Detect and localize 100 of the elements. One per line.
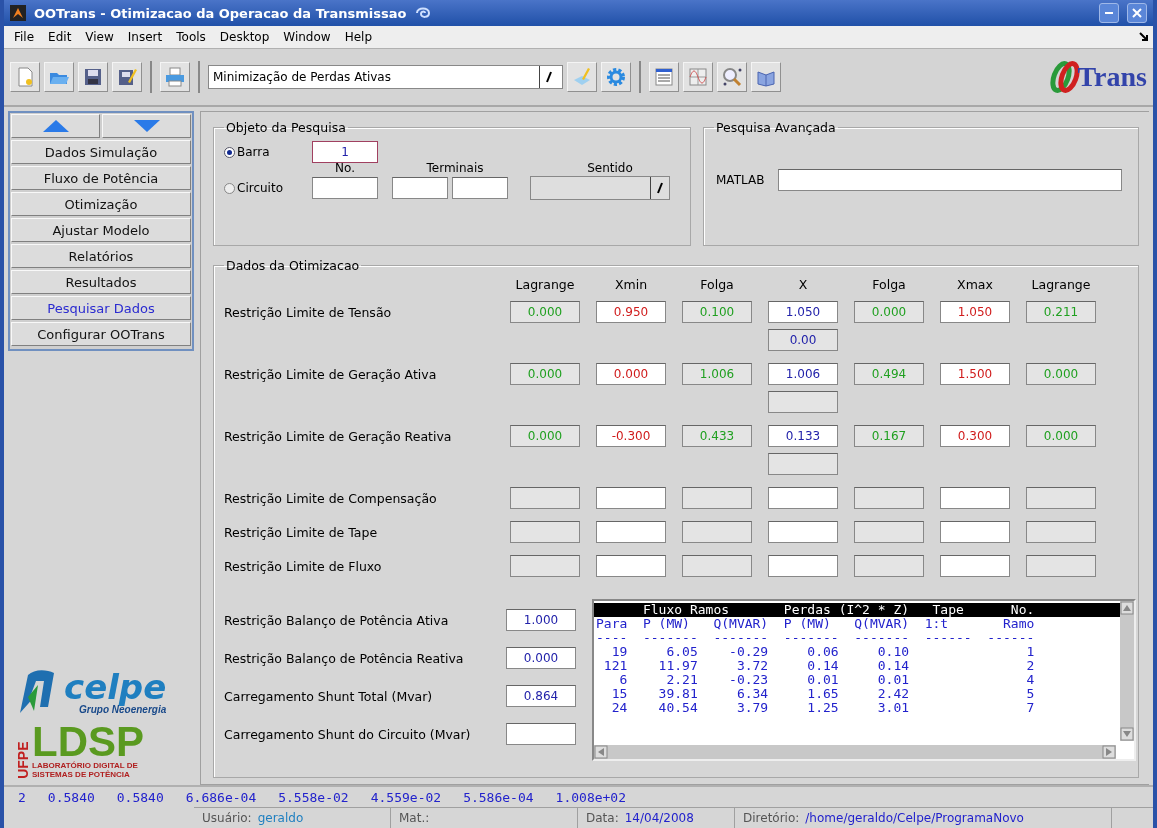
- terminal-field[interactable]: [392, 177, 448, 199]
- toolbar-button[interactable]: [78, 62, 108, 92]
- value-field[interactable]: [510, 487, 580, 509]
- value-field[interactable]: -0.300: [596, 425, 666, 447]
- menu-item[interactable]: Tools: [170, 28, 212, 46]
- group-title: Pesquisa Avançada: [715, 120, 837, 135]
- value-field[interactable]: 1.050: [940, 301, 1010, 323]
- column-header: Lagrange: [514, 276, 576, 292]
- menu-item[interactable]: Window: [277, 28, 337, 46]
- value-field[interactable]: 0.00: [768, 329, 838, 351]
- value-field[interactable]: [1026, 521, 1096, 543]
- row-label: Carregamento Shunt Total (Mvar): [224, 688, 434, 704]
- value-field[interactable]: [854, 555, 924, 577]
- row-label: Restrição Limite de Fluxo: [224, 558, 383, 574]
- status-value: 0.5840: [116, 789, 164, 805]
- sidebar-item[interactable]: Ajustar Modelo: [11, 218, 191, 242]
- menu-item[interactable]: Edit: [42, 28, 78, 46]
- sidebar-item[interactable]: Pesquisar Dados: [11, 296, 191, 320]
- value-field[interactable]: 0.950: [596, 301, 666, 323]
- column-header: Folga: [699, 276, 735, 292]
- row-label: Restrição Limite de Geração Reativa: [224, 428, 453, 444]
- sidebar-item[interactable]: Fluxo de Potência: [11, 166, 191, 190]
- field-label: Mat.:: [399, 811, 430, 825]
- list-line[interactable]: 15 39.81 6.34 1.65 2.42 5: [594, 687, 1120, 701]
- sidebar-item[interactable]: Configurar OOTrans: [11, 322, 191, 346]
- close-button[interactable]: [1127, 3, 1147, 23]
- logo-text: Trans: [1077, 61, 1147, 93]
- value-field[interactable]: [940, 555, 1010, 577]
- minimize-icon: [1105, 12, 1113, 14]
- toolbar-button[interactable]: [649, 62, 679, 92]
- list-line[interactable]: 121 11.97 3.72 0.14 0.14 2: [594, 659, 1120, 673]
- value-field[interactable]: 1.050: [768, 301, 838, 323]
- menu-item[interactable]: File: [8, 28, 41, 46]
- value-field[interactable]: [596, 487, 666, 509]
- column-header: X: [797, 276, 809, 292]
- column-header: Sentido: [586, 161, 634, 175]
- radio-button[interactable]: Barra: [224, 145, 302, 159]
- sidebar-item[interactable]: Resultados: [11, 270, 191, 294]
- value-field[interactable]: [596, 555, 666, 577]
- circuit-number-field[interactable]: [312, 177, 378, 199]
- scroll-down-button[interactable]: [102, 114, 191, 138]
- value-field[interactable]: [682, 521, 752, 543]
- value-field[interactable]: 1.006: [768, 363, 838, 385]
- menu-item[interactable]: Insert: [121, 28, 169, 46]
- value-field[interactable]: [596, 521, 666, 543]
- value-field[interactable]: 1.000: [506, 609, 576, 631]
- minimize-button[interactable]: [1099, 3, 1119, 23]
- status-value: 0.5840: [47, 789, 95, 805]
- sidebar-item[interactable]: Otimização: [11, 192, 191, 216]
- menu-item[interactable]: Help: [338, 28, 378, 46]
- menu-item[interactable]: Desktop: [213, 28, 276, 46]
- value-field[interactable]: [1026, 487, 1096, 509]
- value-field[interactable]: 1.500: [940, 363, 1010, 385]
- list-line[interactable]: 6 2.21 -0.23 0.01 0.01 4: [594, 673, 1120, 687]
- toolbar-button[interactable]: [112, 62, 142, 92]
- value-field[interactable]: [854, 521, 924, 543]
- problem-dropdown[interactable]: Minimização de Perdas Ativas: [208, 65, 563, 89]
- results-listbox[interactable]: [592, 599, 1136, 761]
- scroll-up-button[interactable]: [11, 114, 100, 138]
- gear-icon: [605, 66, 627, 88]
- sidebar-item[interactable]: Relatórios: [11, 244, 191, 268]
- value-field[interactable]: 0.133: [768, 425, 838, 447]
- terminal-field[interactable]: [452, 177, 508, 199]
- list-line[interactable]: ---- ------- ------- ------- ------- ------ ------: [594, 631, 1120, 645]
- dock-arrow-icon[interactable]: [1139, 32, 1149, 42]
- value-field[interactable]: 0.000: [506, 647, 576, 669]
- list-line[interactable]: 24 40.54 3.79 1.25 3.01 7: [594, 701, 1120, 715]
- value-field[interactable]: [510, 555, 580, 577]
- matlab-field[interactable]: [778, 169, 1122, 191]
- radio-button[interactable]: Circuito: [224, 181, 302, 195]
- lab-caption: SISTEMAS DE POTÊNCIA: [32, 770, 131, 779]
- status-value: 5.558e-02: [278, 789, 349, 805]
- bus-number-field[interactable]: 1: [312, 141, 378, 163]
- column-header: Xmin: [613, 276, 649, 292]
- value-field[interactable]: [768, 487, 838, 509]
- menu-item[interactable]: View: [79, 28, 120, 46]
- value-field[interactable]: [940, 487, 1010, 509]
- value-field[interactable]: [768, 555, 838, 577]
- value-field[interactable]: [682, 555, 752, 577]
- value-field[interactable]: [682, 487, 752, 509]
- row-label: Carregamento Shunt do Circuito (Mvar): [224, 726, 472, 742]
- value-field[interactable]: [768, 521, 838, 543]
- value-field[interactable]: 0.000: [596, 363, 666, 385]
- sidebar-item[interactable]: Dados Simulação: [11, 140, 191, 164]
- dropdown-icon: [656, 182, 664, 194]
- value-field[interactable]: 0.300: [940, 425, 1010, 447]
- value-field[interactable]: 0.864: [506, 685, 576, 707]
- value-field[interactable]: [940, 521, 1010, 543]
- list-line[interactable]: 19 6.05 -0.29 0.06 0.10 1: [594, 645, 1120, 659]
- value-field[interactable]: [506, 723, 576, 745]
- value-field[interactable]: [1026, 555, 1096, 577]
- direction-dropdown[interactable]: [530, 176, 670, 200]
- value-field[interactable]: [510, 521, 580, 543]
- row-label: Restrição Limite de Geração Ativa: [224, 366, 438, 382]
- value-field[interactable]: [854, 487, 924, 509]
- row-label: Restrição Limite de Compensação: [224, 490, 438, 506]
- save-icon: [82, 66, 104, 88]
- list-line[interactable]: Para P (MW) Q(MVAR) P (MW) Q(MVAR) 1:t Ramo: [594, 617, 1120, 631]
- value-field[interactable]: [768, 453, 838, 475]
- value-field[interactable]: [768, 391, 838, 413]
